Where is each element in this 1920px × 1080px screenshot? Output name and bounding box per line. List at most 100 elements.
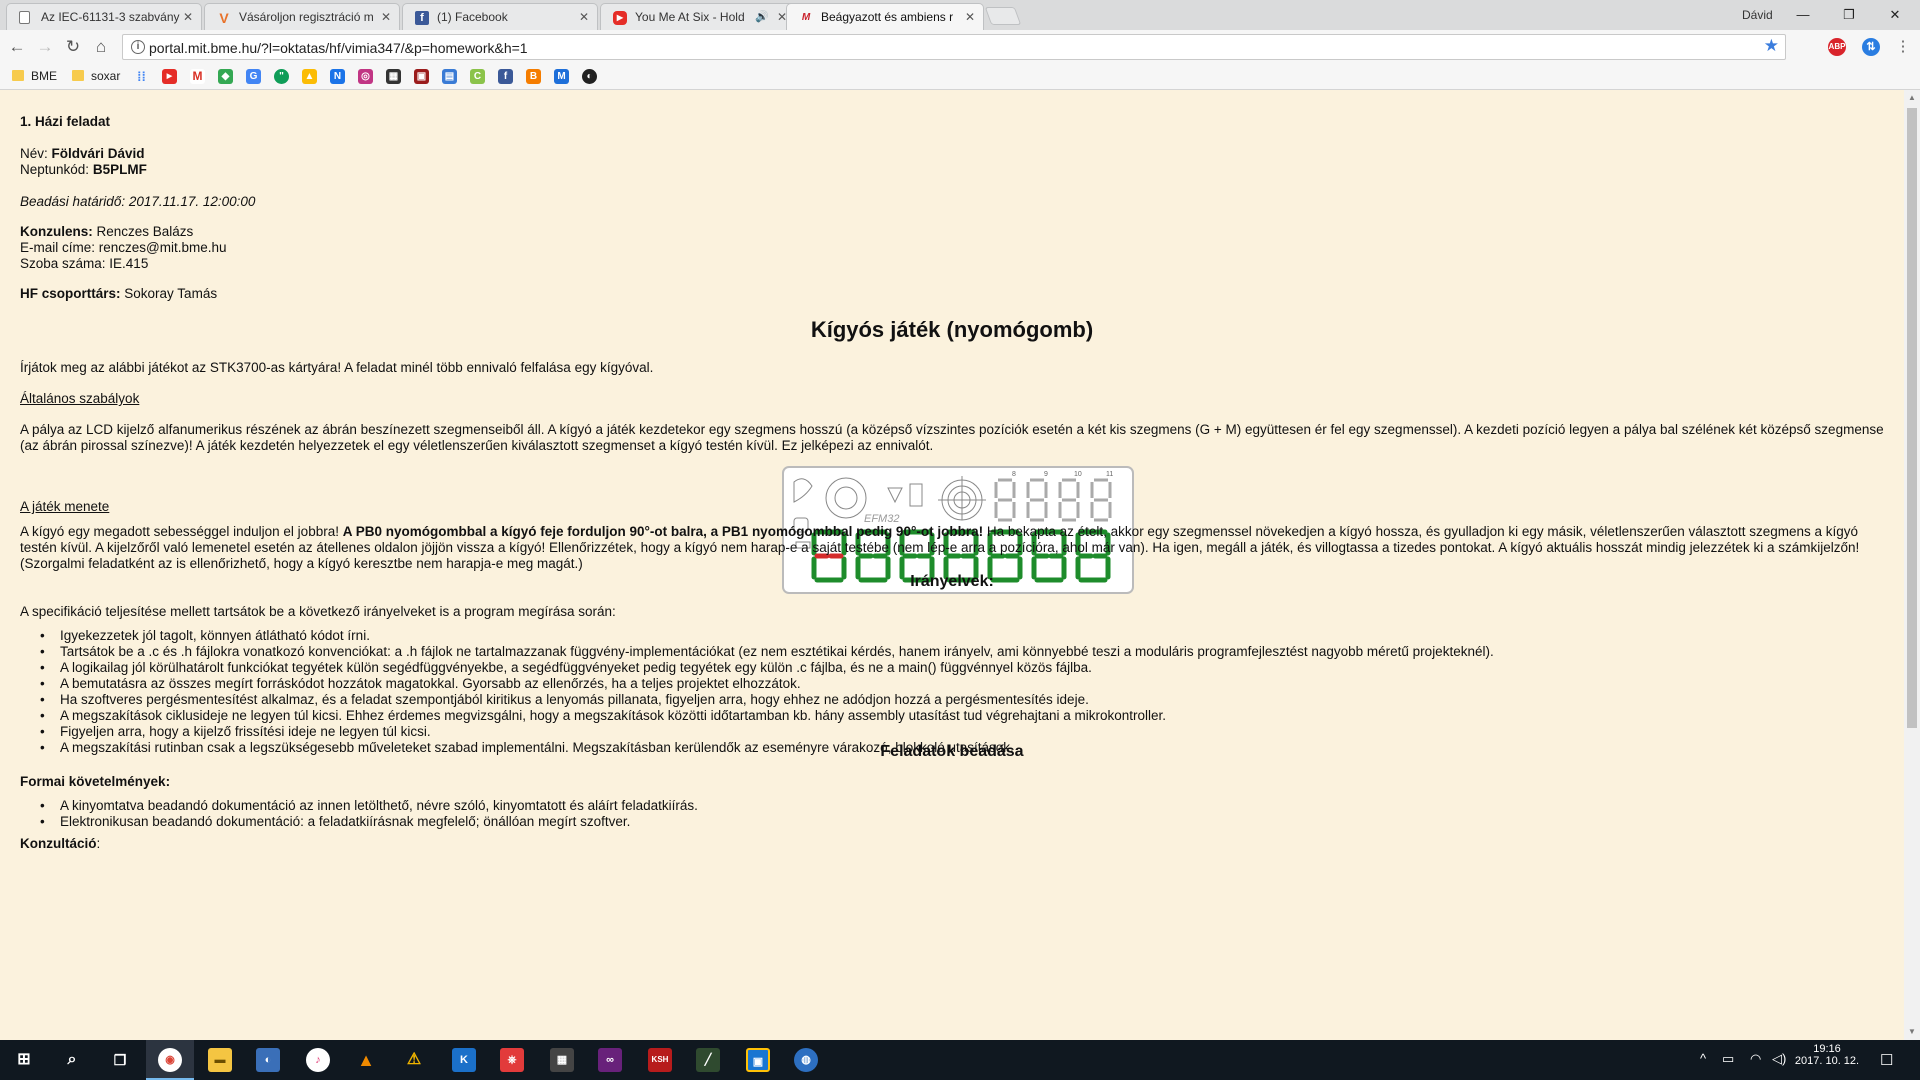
tab-active-beagyazott[interactable]: M Beágyazott és ambiens r ✕ (786, 3, 984, 30)
taskbar-app-icon[interactable]: ◐ (256, 1048, 280, 1072)
consultant-line: Konzulens: Renczes Balázs (20, 224, 1884, 240)
taskbar-app-chart-icon[interactable]: ╱ (696, 1048, 720, 1072)
tab-iec-standard[interactable]: Az IEC-61131-3 szabvány ✕ (6, 3, 202, 30)
mit-icon: M (801, 12, 811, 23)
speaker-icon: 🔊 (755, 11, 769, 23)
list-item: A megszakítások ciklusideje ne legyen tú… (40, 708, 1884, 724)
taskbar-triangle-icon[interactable]: ⚠ (402, 1048, 426, 1072)
battery-icon[interactable]: ▭ (1722, 1051, 1734, 1067)
taskbar-app-k-icon[interactable]: K (452, 1048, 476, 1072)
file-explorer-icon[interactable]: ▬ (208, 1048, 232, 1072)
taskbar-clock[interactable]: 19:16 2017. 10. 12. (1792, 1043, 1862, 1067)
gmail-icon[interactable]: M (190, 69, 205, 84)
partner-value: Sokoray Tamás (124, 286, 218, 301)
reload-button[interactable]: ↻ (62, 36, 84, 58)
volume-icon[interactable]: ◁) (1772, 1051, 1786, 1067)
clock-date: 2017. 10. 12. (1794, 1055, 1860, 1067)
formal-requirements-heading: Formai követelmények: (20, 774, 171, 789)
close-icon[interactable]: ✕ (381, 4, 391, 30)
v-icon: V (219, 10, 229, 26)
forward-button[interactable]: → (34, 36, 56, 58)
back-button[interactable]: ← (6, 36, 28, 58)
bookmark-folder-bme[interactable]: BME (12, 68, 57, 84)
itunes-icon[interactable]: ♪ (306, 1048, 330, 1072)
profile-name[interactable]: Dávid (1742, 8, 1773, 22)
extension-icon[interactable]: ⇅ (1862, 38, 1880, 56)
refresh-app-icon[interactable]: C (470, 69, 485, 84)
tab-vasaroljon[interactable]: V Vásároljon regisztráció m ✕ (204, 3, 400, 30)
bookmark-label: BME (31, 69, 58, 83)
maps-icon[interactable]: ◆ (218, 69, 233, 84)
bookmark-icon-n[interactable]: N (330, 69, 345, 84)
scroll-down-arrow-icon[interactable]: ▼ (1904, 1024, 1920, 1040)
close-icon[interactable]: ✕ (183, 4, 193, 30)
scrollbar-thumb[interactable] (1907, 108, 1917, 728)
windows-taskbar: ⊞ ⌕ ❐ ◉ ▬ ◐ ♪ ▲ ⚠ K ⎈ ▦ ∞ KSH ╱ ▣ ◍ ^ ▭ … (0, 1040, 1920, 1080)
bookmark-folder-soxar[interactable]: soxar (72, 68, 120, 84)
windows-start-icon[interactable]: ⊞ (12, 1048, 36, 1072)
page-scrollbar[interactable]: ▲ ▼ (1904, 90, 1920, 1040)
list-item: Tartsátok be a .c és .h fájlokra vonatko… (40, 644, 1884, 660)
search-icon[interactable]: ⌕ (60, 1048, 84, 1072)
drive-icon[interactable]: ▲ (302, 69, 317, 84)
youtube-icon: ▶ (613, 11, 627, 25)
bookmark-icon-dark[interactable]: ◐ (582, 69, 597, 84)
translate-icon[interactable]: G (246, 69, 261, 84)
neptun-line: Neptunkód: B5PLMF (20, 162, 1884, 178)
general-rules-heading: Általános szabályok (20, 391, 140, 406)
task-view-icon[interactable]: ❐ (108, 1048, 132, 1072)
restore-button[interactable]: ❐ (1826, 4, 1872, 26)
apps-grid-icon[interactable]: ⁞⁞ (134, 69, 149, 84)
notifications-icon[interactable]: ☐ (1880, 1051, 1893, 1069)
close-icon[interactable]: ✕ (579, 4, 589, 30)
tab-title: Az IEC-61131-3 szabvány (41, 10, 180, 24)
menu-icon[interactable]: ⋮ (1892, 36, 1914, 58)
tray-chevron-icon[interactable]: ^ (1700, 1051, 1706, 1066)
youtube-icon[interactable]: ▶ (162, 69, 177, 84)
address-bar[interactable]: i portal.mit.bme.hu/?l=oktatas/hf/vimia3… (122, 34, 1786, 60)
vlc-icon[interactable]: ▲ (354, 1048, 378, 1072)
general-rules-text: A pálya az LCD kijelző alfanumerikus rés… (20, 422, 1884, 453)
consultation-label: Konzultáció (20, 836, 97, 851)
chrome-icon[interactable]: ◉ (158, 1048, 182, 1072)
home-button[interactable]: ⌂ (90, 36, 112, 58)
consultant-label: Konzulens: (20, 224, 93, 239)
bookmarks-bar: BME soxar ⁞⁞ ▶ M ◆ G " ▲ N ◎ ▦ ▣ ▤ C f B… (0, 64, 1920, 90)
tab-title: Vásároljon regisztráció m (239, 10, 374, 24)
new-tab-button[interactable] (984, 7, 1022, 25)
facebook-icon: f (415, 11, 429, 25)
lcd-digit-number: 8 (1012, 471, 1016, 478)
url-text[interactable]: portal.mit.bme.hu/?l=oktatas/hf/vimia347… (149, 40, 528, 56)
tv-icon[interactable]: ▦ (386, 69, 401, 84)
gameplay-heading: A játék menete (20, 499, 110, 514)
lcd-digit-number: 11 (1106, 471, 1113, 478)
bookmark-icon-m[interactable]: M (554, 69, 569, 84)
adblock-icon[interactable]: ABP (1828, 38, 1846, 56)
neptun-value: B5PLMF (92, 162, 147, 177)
close-icon[interactable]: ✕ (965, 4, 975, 30)
taskbar-app-ksh-icon[interactable]: KSH (648, 1048, 672, 1072)
taskbar-app-circle-icon[interactable]: ◍ (794, 1048, 818, 1072)
close-window-button[interactable]: ✕ (1872, 4, 1918, 26)
wifi-icon[interactable]: ◠ (1750, 1051, 1761, 1067)
blogger-icon[interactable]: B (526, 69, 541, 84)
tab-strip: Az IEC-61131-3 szabvány ✕ V Vásároljon r… (0, 0, 1920, 30)
hangouts-icon[interactable]: " (274, 69, 289, 84)
facebook-icon[interactable]: f (498, 69, 513, 84)
bookmark-star-icon[interactable]: ★ (1764, 36, 1779, 56)
scroll-up-arrow-icon[interactable]: ▲ (1904, 90, 1920, 106)
calendar-icon[interactable]: ▤ (442, 69, 457, 84)
calculator-icon[interactable]: ▦ (550, 1048, 574, 1072)
bookmark-icon-red[interactable]: ▣ (414, 69, 429, 84)
instagram-icon[interactable]: ◎ (358, 69, 373, 84)
tab-youtube[interactable]: ▶ You Me At Six - Hold 🔊 ✕ (600, 3, 796, 30)
info-icon[interactable]: i (131, 40, 145, 54)
tab-facebook[interactable]: f (1) Facebook ✕ (402, 3, 598, 30)
submission-heading: Feladatok beadása (880, 743, 1024, 760)
visual-studio-icon[interactable]: ∞ (598, 1048, 622, 1072)
minimize-button[interactable]: — (1780, 4, 1826, 26)
gameplay-text: A kígyó egy megadott sebességgel induljo… (20, 524, 1884, 572)
taskbar-app-window-icon[interactable]: ▣ (746, 1048, 770, 1072)
taskbar-app-red-icon[interactable]: ⎈ (500, 1048, 524, 1072)
deadline: Beadási határidő: 2017.11.17. 12:00:00 (20, 194, 256, 209)
